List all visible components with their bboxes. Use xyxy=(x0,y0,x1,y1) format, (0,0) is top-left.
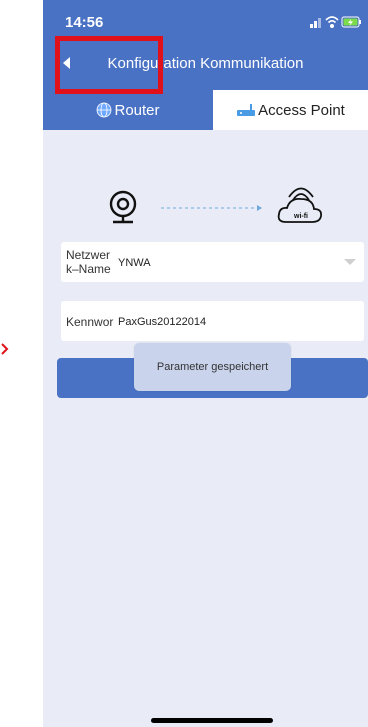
tab-access-point[interactable]: Access Point xyxy=(213,90,368,130)
network-name-label-1: Netzwer xyxy=(66,248,111,262)
red-arrow-icon xyxy=(1,343,9,355)
tab-router-label: Router xyxy=(114,101,160,119)
arrow-head-icon xyxy=(257,205,262,211)
background-strip xyxy=(0,0,43,727)
camera-icon xyxy=(109,190,137,224)
content-area: wi-fi Netzwer k–Name YNWA Kennwor PaxGus… xyxy=(43,130,368,727)
access-point-icon xyxy=(237,104,256,116)
password-value[interactable]: PaxGus20122014 xyxy=(118,316,206,328)
password-field[interactable]: Kennwor PaxGus20122014 xyxy=(61,301,364,341)
tab-bar: Router Access Point xyxy=(43,90,368,130)
battery-icon xyxy=(341,16,361,28)
signal-icon xyxy=(310,18,321,28)
wifi-label: wi-fi xyxy=(293,213,308,220)
highlight-box xyxy=(55,36,163,94)
password-label: Kennwor xyxy=(66,315,114,329)
network-name-value[interactable]: YNWA xyxy=(118,257,151,269)
network-name-label-2: k–Name xyxy=(66,262,111,276)
tab-access-point-label: Access Point xyxy=(258,101,345,119)
dropdown-arrow-icon[interactable] xyxy=(344,259,356,265)
home-indicator xyxy=(151,718,273,723)
wifi-icon xyxy=(325,16,339,29)
status-icons xyxy=(310,16,361,29)
connection-diagram: wi-fi xyxy=(109,187,323,224)
status-time: 14:56 xyxy=(65,14,104,31)
network-name-field[interactable]: Netzwer k–Name YNWA xyxy=(61,242,364,282)
tab-router[interactable]: Router xyxy=(43,90,213,130)
phone-screen: 14:56 Konfiguration Kommunikation Router… xyxy=(43,0,368,727)
toast-message: Parameter gespeichert xyxy=(134,343,291,391)
globe-icon xyxy=(97,102,112,118)
